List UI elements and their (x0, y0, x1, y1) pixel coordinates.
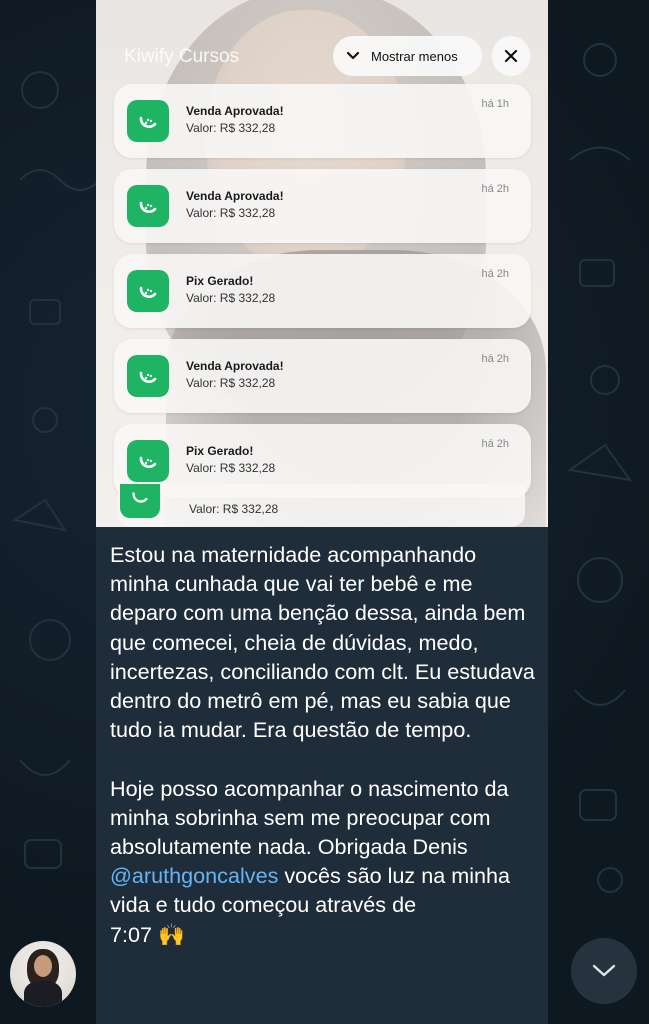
show-less-label: Mostrar menos (371, 48, 458, 64)
notification-title: Venda Aprovada! (186, 359, 284, 373)
notification-value: Valor: R$ 332,28 (186, 461, 276, 475)
chevron-down-icon (346, 51, 360, 60)
message-bubble: Kiwify Cursos Mostrar menos Venda Aprova… (96, 0, 548, 1024)
show-less-button[interactable]: Mostrar menos (333, 36, 482, 76)
close-button[interactable] (492, 36, 530, 76)
notification-time: há 2h (481, 353, 509, 365)
kiwify-app-icon (127, 270, 169, 312)
scroll-down-button[interactable] (571, 938, 637, 1004)
kiwify-app-icon (120, 484, 160, 518)
notification-value: Valor: R$ 332,28 (186, 206, 276, 220)
notification-time: há 2h (481, 268, 509, 280)
message-text: Estou na maternidade acompanhando minha … (110, 540, 540, 949)
notification-card[interactable]: Venda Aprovada! Valor: R$ 332,28 há 2h (114, 339, 531, 413)
message-paragraph-1: Estou na maternidade acompanhando minha … (110, 542, 541, 743)
notification-card[interactable]: Venda Aprovada! Valor: R$ 332,28 há 2h (114, 169, 531, 243)
notification-title: Pix Gerado! (186, 444, 254, 458)
mention-link[interactable]: @aruthgoncalves (110, 863, 278, 888)
kiwify-app-icon (127, 355, 169, 397)
message-paragraph-2: Hoje posso acompanhar o nascimento da mi… (110, 776, 516, 918)
notification-time: há 1h (481, 98, 509, 110)
chevron-down-icon (592, 964, 616, 977)
close-icon (504, 49, 518, 63)
kiwify-app-icon (127, 100, 169, 142)
notification-screenshot[interactable]: Kiwify Cursos Mostrar menos Venda Aprova… (96, 0, 548, 527)
notification-value: Valor: R$ 332,28 (189, 502, 279, 516)
notification-card[interactable]: Pix Gerado! Valor: R$ 332,28 há 2h (114, 254, 531, 328)
notification-title: Venda Aprovada! (186, 104, 284, 118)
notification-time: há 2h (481, 438, 509, 450)
notification-value: Valor: R$ 332,28 (186, 291, 276, 305)
notification-value: Valor: R$ 332,28 (186, 376, 276, 390)
notification-header: Kiwify Cursos Mostrar menos (96, 36, 548, 76)
message-paragraph-2-text: Hoje posso acompanhar o nascimento da mi… (110, 775, 515, 860)
avatar[interactable] (10, 941, 76, 1007)
kiwify-app-icon (127, 440, 169, 482)
notification-value: Valor: R$ 332,28 (186, 121, 276, 135)
app-name: Kiwify Cursos (124, 46, 240, 67)
notification-card-peek[interactable]: Valor: R$ 332,28 (118, 484, 525, 527)
notification-time: há 2h (481, 183, 509, 195)
kiwify-app-icon (127, 185, 169, 227)
notification-card[interactable]: Venda Aprovada! Valor: R$ 332,28 há 1h (114, 84, 531, 158)
notification-title: Pix Gerado! (186, 274, 254, 288)
message-time: 7:07 (110, 921, 153, 947)
avatar-face (34, 955, 52, 977)
notification-title: Venda Aprovada! (186, 189, 284, 203)
avatar-body (24, 981, 62, 1007)
raised-hands-emoji: 🙌 (158, 921, 185, 947)
